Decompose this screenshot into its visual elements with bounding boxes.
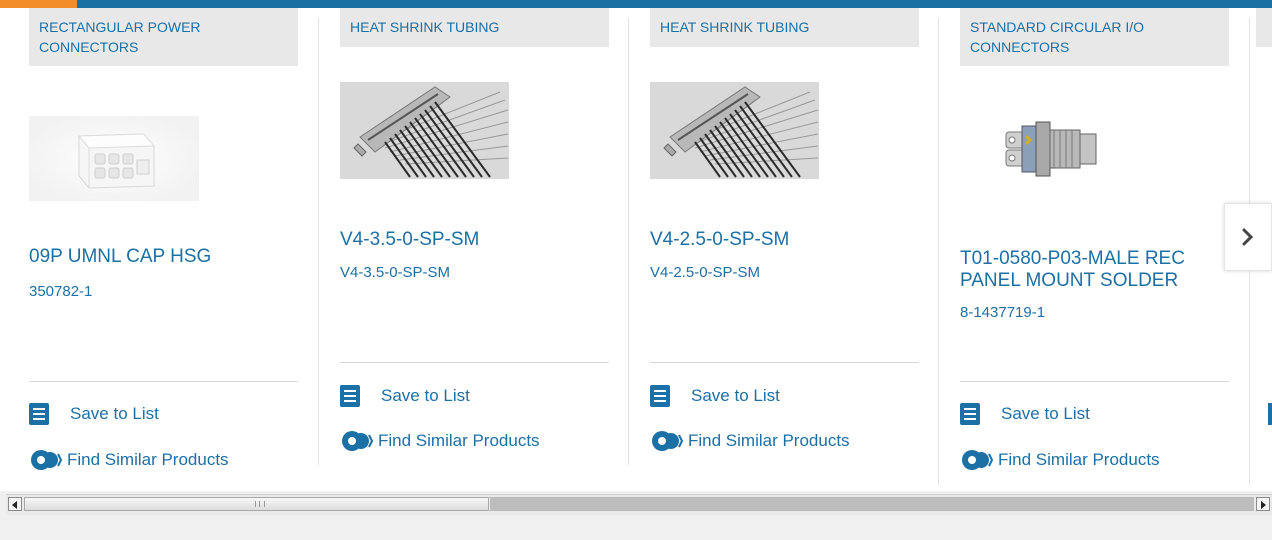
save-to-list-label: Save to List	[381, 386, 470, 405]
save-to-list-label: Save to List	[691, 386, 780, 405]
card-separator	[960, 381, 1229, 382]
brand-accent	[0, 0, 77, 8]
scroll-right-arrow-icon[interactable]	[1256, 497, 1270, 511]
product-card: HEAT SHRINK TUBING V4-2.5-0-SP-SM V4-2.5…	[650, 8, 919, 491]
save-to-list-button[interactable]: Save to List	[960, 403, 1090, 425]
find-similar-button[interactable]: Find Similar Products	[960, 448, 1160, 472]
next-card-peek-icon	[1268, 403, 1272, 425]
scrollbar-thumb[interactable]	[24, 497, 489, 511]
checklist-icon	[960, 403, 980, 425]
next-card-peek	[1256, 8, 1272, 47]
card-separator	[29, 381, 298, 382]
card-separator	[650, 362, 919, 363]
horizontal-scrollbar[interactable]	[6, 494, 1272, 515]
product-card: RECTANGULAR POWER CONNECTORS 09P UMNL CA…	[29, 8, 298, 491]
product-image[interactable]	[29, 116, 199, 201]
scroll-left-arrow-icon[interactable]	[8, 497, 22, 511]
product-carousel: RECTANGULAR POWER CONNECTORS 09P UMNL CA…	[0, 8, 1272, 491]
card-separator	[340, 362, 609, 363]
chevron-right-icon	[1242, 228, 1254, 246]
save-to-list-button[interactable]: Save to List	[650, 385, 780, 407]
product-image[interactable]	[984, 104, 1114, 194]
product-title-link[interactable]: V4-3.5-0-SP-SM	[340, 229, 609, 251]
product-card: STANDARD CIRCULAR I/O CONNECTORS T01-058…	[960, 8, 1229, 491]
product-title-link[interactable]: 09P UMNL CAP HSG	[29, 246, 298, 268]
card-divider	[628, 18, 629, 465]
find-similar-icon	[962, 450, 994, 470]
product-category[interactable]: STANDARD CIRCULAR I/O CONNECTORS	[960, 8, 1229, 66]
product-part-number[interactable]: V4-3.5-0-SP-SM	[340, 264, 450, 282]
save-to-list-button[interactable]: Save to List	[29, 403, 159, 425]
product-part-number[interactable]: 350782-1	[29, 283, 92, 301]
product-image[interactable]	[340, 82, 509, 179]
checklist-icon	[650, 385, 670, 407]
product-category[interactable]: HEAT SHRINK TUBING	[340, 8, 609, 47]
product-part-number[interactable]: V4-2.5-0-SP-SM	[650, 264, 760, 282]
save-to-list-label: Save to List	[70, 404, 159, 423]
find-similar-button[interactable]: Find Similar Products	[340, 429, 540, 453]
product-title-link[interactable]: T01-0580-P03-MALE REC PANEL MOUNT SOLDER	[960, 248, 1229, 292]
product-part-number[interactable]: 8-1437719-1	[960, 304, 1045, 322]
find-similar-icon	[342, 431, 374, 451]
save-to-list-label: Save to List	[1001, 404, 1090, 423]
carousel-next-button[interactable]	[1224, 203, 1272, 271]
find-similar-label: Find Similar Products	[378, 431, 540, 450]
brand-bar	[0, 0, 1272, 8]
find-similar-button[interactable]: Find Similar Products	[29, 448, 229, 472]
find-similar-icon	[652, 431, 684, 451]
find-similar-label: Find Similar Products	[67, 450, 229, 469]
checklist-icon	[340, 385, 360, 407]
card-divider	[318, 18, 319, 465]
product-image[interactable]	[650, 82, 819, 179]
find-similar-label: Find Similar Products	[688, 431, 850, 450]
product-card: HEAT SHRINK TUBING V4-3.5-0-SP-SM V4-3.5…	[340, 8, 609, 491]
card-divider	[938, 18, 939, 485]
product-category[interactable]: RECTANGULAR POWER CONNECTORS	[29, 8, 298, 66]
find-similar-icon	[31, 450, 63, 470]
grip-icon	[255, 501, 265, 507]
save-to-list-button[interactable]: Save to List	[340, 385, 470, 407]
find-similar-button[interactable]: Find Similar Products	[650, 429, 850, 453]
product-title-link[interactable]: V4-2.5-0-SP-SM	[650, 229, 919, 251]
checklist-icon	[29, 403, 49, 425]
find-similar-label: Find Similar Products	[998, 450, 1160, 469]
product-category[interactable]: HEAT SHRINK TUBING	[650, 8, 919, 47]
scrollbar-track[interactable]	[490, 497, 1254, 511]
